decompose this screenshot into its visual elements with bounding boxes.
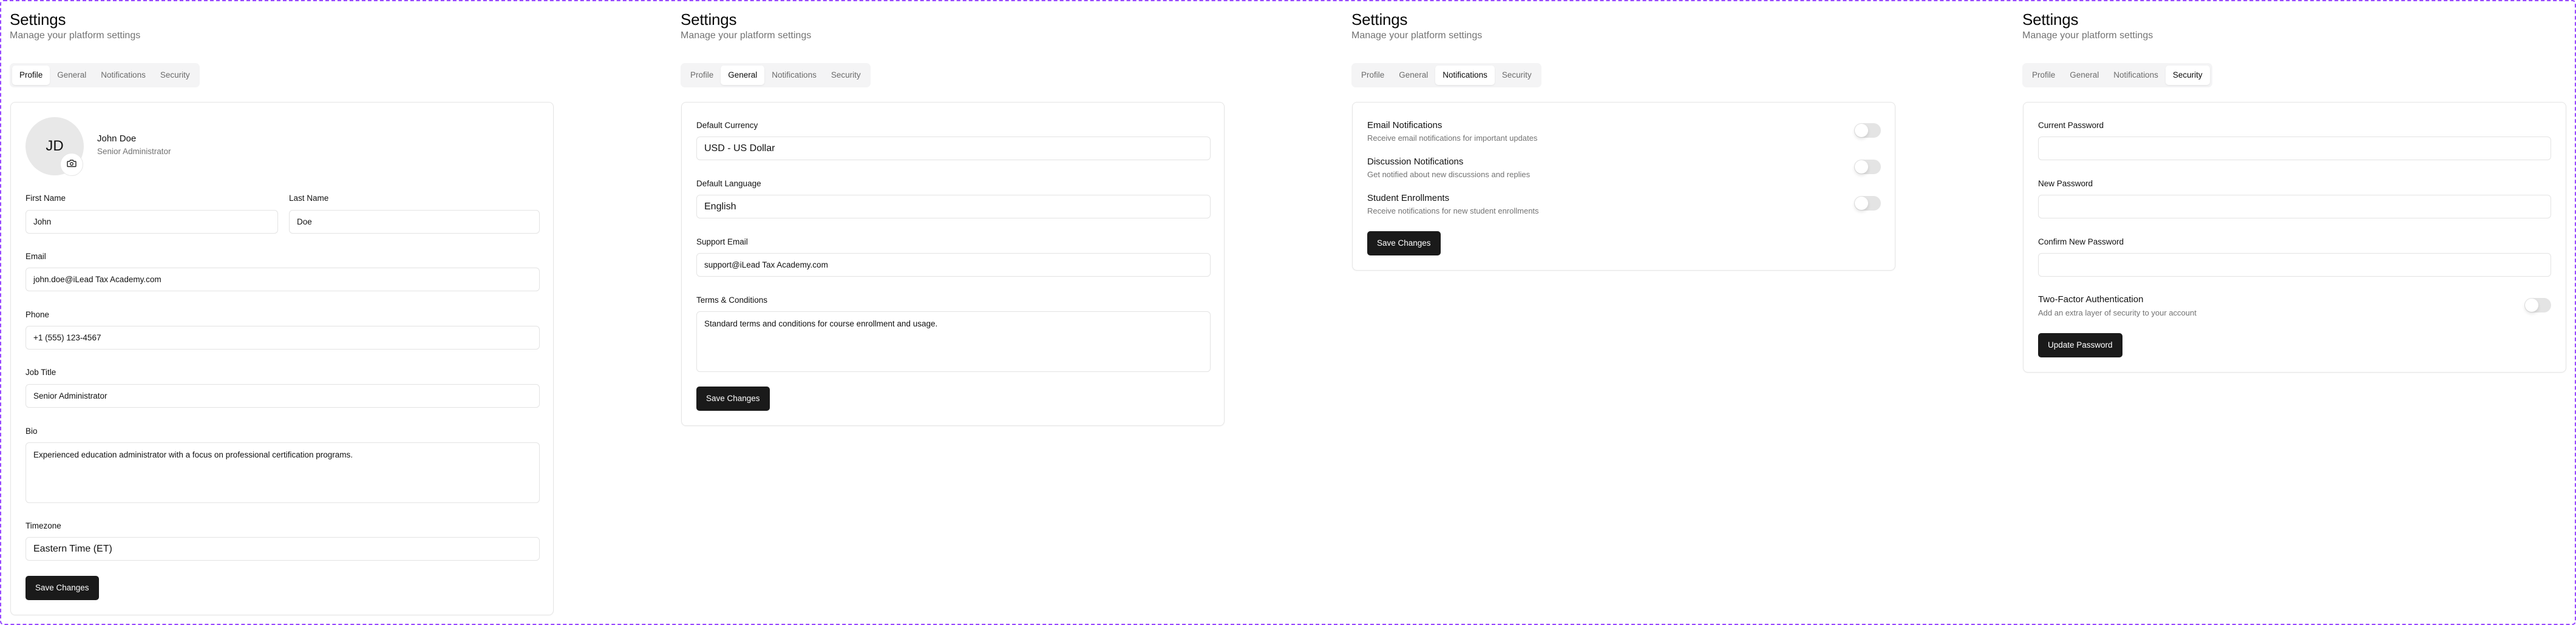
tab-general[interactable]: General [1392, 66, 1435, 85]
page-title: Settings [1351, 10, 1408, 29]
tab-notifications[interactable]: Notifications [2106, 66, 2166, 85]
tab-security[interactable]: Security [824, 66, 868, 85]
user-role: Senior Administrator [97, 147, 171, 156]
last-name-input[interactable]: Doe [289, 210, 540, 234]
camera-icon [67, 159, 76, 171]
settings-tabs: Profile General Notifications Security [1351, 63, 1541, 87]
language-select[interactable]: English [696, 195, 1211, 218]
email-notifications-toggle[interactable] [1854, 123, 1881, 138]
bio-textarea[interactable]: Experienced education administrator with… [25, 442, 540, 503]
page-title: Settings [681, 10, 737, 29]
timezone-label: Timezone [25, 521, 61, 530]
new-password-input[interactable] [2038, 195, 2551, 218]
support-email-label: Support Email [696, 237, 748, 246]
security-card: Current Password New Password Confirm Ne… [2023, 102, 2566, 373]
tab-general[interactable]: General [2062, 66, 2106, 85]
notification-title: Student Enrollments [1367, 193, 1450, 203]
update-password-button[interactable]: Update Password [2038, 333, 2122, 357]
avatar-initials: JD [46, 138, 64, 154]
tab-profile[interactable]: Profile [1354, 66, 1392, 85]
notification-description: Receive email notifications for importan… [1367, 133, 1538, 143]
tab-notifications[interactable]: Notifications [764, 66, 824, 85]
general-card: Default Currency USD - US Dollar Default… [681, 102, 1225, 426]
tab-security[interactable]: Security [153, 66, 197, 85]
two-factor-title: Two-Factor Authentication [2038, 294, 2144, 305]
page-subtitle: Manage your platform settings [10, 30, 141, 41]
notification-description: Receive notifications for new student en… [1367, 206, 1539, 215]
settings-panel-profile: Settings Manage your platform settings P… [10, 0, 554, 625]
email-input[interactable]: john.doe@iLead Tax Academy.com [25, 268, 540, 291]
settings-tabs: Profile General Notifications Security [10, 63, 200, 87]
email-label: Email [25, 252, 46, 261]
save-changes-button[interactable]: Save Changes [696, 387, 770, 411]
notification-title: Email Notifications [1367, 120, 1443, 130]
language-label: Default Language [696, 179, 761, 188]
settings-panel-general: Settings Manage your platform settings P… [681, 0, 1225, 625]
phone-label: Phone [25, 310, 50, 319]
confirm-password-input[interactable] [2038, 253, 2551, 277]
toggle-knob [2525, 299, 2538, 312]
page-subtitle: Manage your platform settings [2022, 30, 2153, 41]
student-enrollments-toggle[interactable] [1854, 196, 1881, 211]
phone-input[interactable]: +1 (555) 123-4567 [25, 326, 540, 350]
tab-notifications[interactable]: Notifications [1435, 66, 1495, 85]
timezone-select[interactable]: Eastern Time (ET) [25, 537, 540, 561]
settings-panel-security: Settings Manage your platform settings P… [2022, 0, 2566, 625]
job-title-label: Job Title [25, 368, 56, 377]
discussion-notifications-toggle[interactable] [1854, 160, 1881, 174]
first-name-label: First Name [25, 194, 66, 203]
toggle-knob [1855, 124, 1868, 137]
currency-label: Default Currency [696, 121, 758, 130]
tab-profile[interactable]: Profile [683, 66, 721, 85]
page-title: Settings [10, 10, 66, 29]
last-name-label: Last Name [289, 194, 329, 203]
toggle-knob [1855, 197, 1868, 210]
first-name-input[interactable]: John [25, 210, 278, 234]
tab-profile[interactable]: Profile [2025, 66, 2062, 85]
terms-label: Terms & Conditions [696, 296, 768, 305]
confirm-password-label: Confirm New Password [2038, 237, 2124, 246]
profile-card: JD John Doe Senior Administrator First N… [10, 102, 554, 615]
currency-select[interactable]: USD - US Dollar [696, 137, 1211, 160]
tab-general[interactable]: General [50, 66, 93, 85]
settings-tabs: Profile General Notifications Security [681, 63, 871, 87]
two-factor-description: Add an extra layer of security to your a… [2038, 308, 2197, 317]
tab-profile[interactable]: Profile [12, 66, 50, 85]
tab-general[interactable]: General [721, 66, 765, 85]
settings-tabs: Profile General Notifications Security [2022, 63, 2212, 87]
notifications-card: Email Notifications Receive email notifi… [1352, 102, 1895, 271]
tab-security[interactable]: Security [1495, 66, 1539, 85]
settings-panel-notifications: Settings Manage your platform settings P… [1351, 0, 1895, 625]
save-changes-button[interactable]: Save Changes [25, 576, 99, 600]
job-title-input[interactable]: Senior Administrator [25, 384, 540, 408]
notification-description: Get notified about new discussions and r… [1367, 170, 1531, 179]
page-title: Settings [2022, 10, 2079, 29]
current-password-label: Current Password [2038, 121, 2104, 130]
tab-security[interactable]: Security [2165, 66, 2210, 85]
terms-textarea[interactable]: Standard terms and conditions for course… [696, 311, 1211, 372]
notification-title: Discussion Notifications [1367, 157, 1464, 167]
page-subtitle: Manage your platform settings [1351, 30, 1483, 41]
current-password-input[interactable] [2038, 137, 2551, 160]
new-password-label: New Password [2038, 179, 2093, 188]
change-avatar-button[interactable] [60, 153, 83, 176]
bio-label: Bio [25, 427, 38, 436]
save-changes-button[interactable]: Save Changes [1367, 231, 1441, 255]
tab-notifications[interactable]: Notifications [93, 66, 153, 85]
page-subtitle: Manage your platform settings [681, 30, 812, 41]
two-factor-toggle[interactable] [2524, 298, 2551, 312]
toggle-knob [1855, 160, 1868, 174]
support-email-input[interactable]: support@iLead Tax Academy.com [696, 253, 1211, 277]
user-name: John Doe [97, 133, 137, 144]
